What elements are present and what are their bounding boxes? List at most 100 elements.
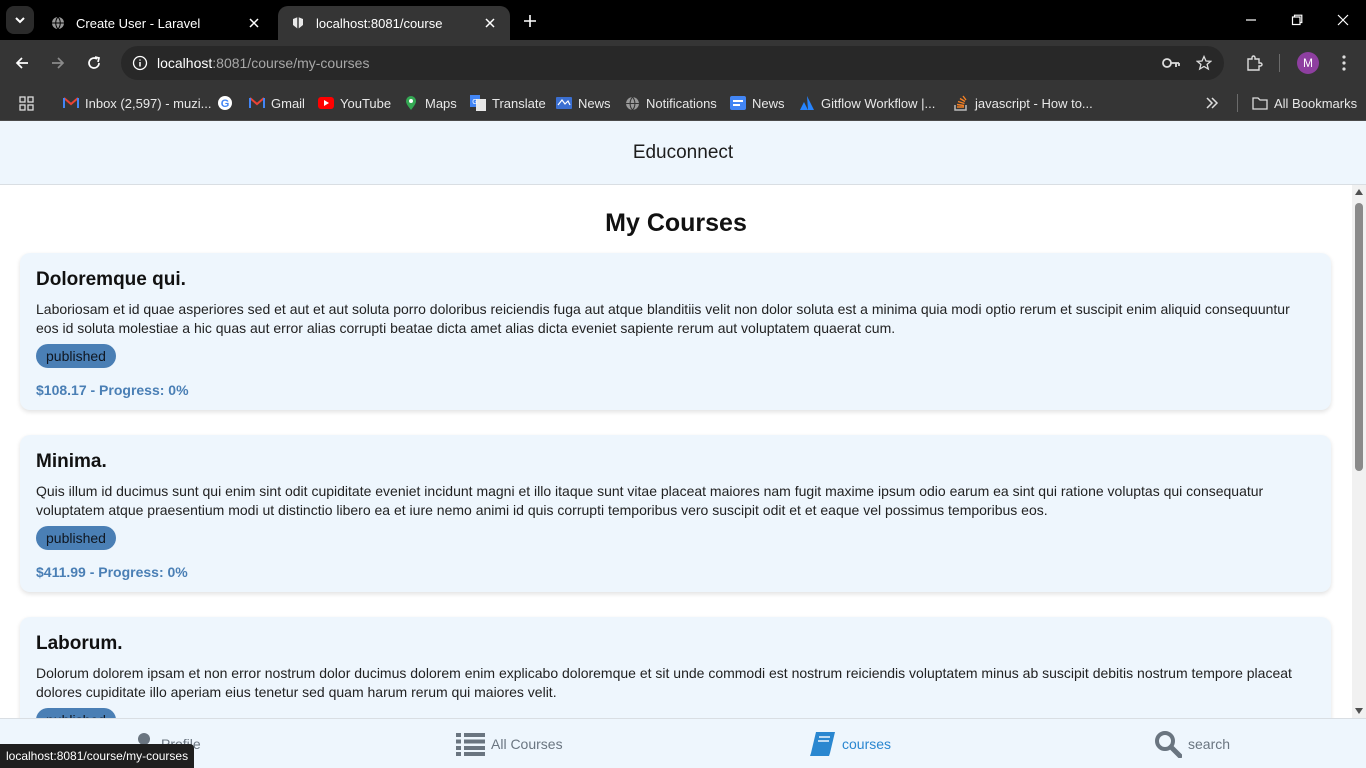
more-bookmarks-button[interactable] <box>1204 92 1226 114</box>
course-price-progress: $108.17 - Progress: 0% <box>36 382 189 398</box>
star-icon[interactable] <box>1194 53 1214 73</box>
extensions-button[interactable] <box>1241 50 1267 76</box>
forward-button[interactable] <box>44 49 72 77</box>
address-bar[interactable]: localhost:8081/course/my-courses <box>121 46 1224 80</box>
nav-all-courses[interactable]: All Courses <box>456 727 563 761</box>
tab-strip: Create User - Laravel localhost:8081/cou… <box>0 0 1366 40</box>
svg-text:G: G <box>472 99 477 106</box>
bottom-navigation: Profile All Courses courses search <box>0 718 1366 768</box>
apps-grid-icon <box>18 95 34 111</box>
course-description: Dolorum dolorem ipsam et non error nostr… <box>36 665 1292 700</box>
tab-localhost-course[interactable]: localhost:8081/course <box>278 6 510 40</box>
puzzle-favicon-icon <box>290 15 306 31</box>
bookmark-maps[interactable]: Maps <box>403 92 457 114</box>
course-description: Laboriosam et id quae asperiores sed et … <box>36 301 1290 336</box>
new-tab-button[interactable] <box>518 9 542 33</box>
minimize-icon <box>1246 19 1256 21</box>
bookmark-label: Gitflow Workflow |... <box>821 95 936 111</box>
nav-label: All Courses <box>491 736 563 752</box>
book-icon <box>810 731 836 757</box>
profile-avatar[interactable]: M <box>1297 52 1319 74</box>
arrow-right-icon <box>52 57 65 69</box>
all-bookmarks-label: All Bookmarks <box>1274 95 1358 111</box>
list-icon <box>456 732 485 756</box>
atlassian-icon <box>799 95 815 111</box>
gmail-icon <box>63 95 79 111</box>
url-text[interactable]: localhost:8081/course/my-courses <box>157 55 369 71</box>
url-path: :8081/course/my-courses <box>212 55 370 71</box>
course-title: Minima. <box>36 451 107 472</box>
tab-search-button[interactable] <box>6 6 34 34</box>
close-window-button[interactable] <box>1320 0 1366 40</box>
svg-text:G: G <box>221 98 230 110</box>
bookmark-notifications[interactable]: Notifications <box>624 92 717 114</box>
bookmark-google-news[interactable]: News <box>730 92 785 114</box>
tab-create-user[interactable]: Create User - Laravel <box>38 6 274 40</box>
course-price-progress: $411.99 - Progress: 0% <box>36 564 188 580</box>
bookmark-gmail[interactable]: Gmail <box>249 92 305 114</box>
restore-icon <box>1291 14 1303 26</box>
bookmark-gitflow[interactable]: Gitflow Workflow |... <box>799 92 935 114</box>
nav-search[interactable]: search <box>1154 727 1230 761</box>
status-bar-url: localhost:8081/course/my-courses <box>0 744 195 768</box>
maps-icon <box>403 95 419 111</box>
bookmark-translate[interactable]: G Translate <box>470 92 546 114</box>
folder-icon <box>1252 95 1268 111</box>
back-button[interactable] <box>8 49 36 77</box>
bookmark-youtube[interactable]: YouTube <box>318 92 391 114</box>
nav-label: courses <box>842 736 892 752</box>
google-icon: G <box>217 95 233 111</box>
url-host: localhost <box>157 55 213 71</box>
course-card[interactable]: Laborum. Dolorum dolorem ipsam et non er… <box>20 617 1331 718</box>
all-bookmarks-button[interactable]: All Bookmarks <box>1252 92 1357 114</box>
password-key-icon[interactable] <box>1161 53 1181 73</box>
bookmark-label: Translate <box>492 95 546 111</box>
plus-icon <box>524 15 536 27</box>
bookmark-label: Notifications <box>646 95 717 111</box>
browser-toolbar: localhost:8081/course/my-courses <box>0 40 1366 86</box>
reload-button[interactable] <box>80 49 108 77</box>
page-viewport: Educonnect My Courses Doloremque qui. La… <box>0 121 1366 768</box>
avatar-letter: M <box>1303 56 1313 70</box>
page-scrollbar[interactable] <box>1352 185 1366 718</box>
kebab-menu-icon <box>1342 55 1346 71</box>
tab-title: localhost:8081/course <box>316 15 443 31</box>
arrow-left-icon <box>15 57 28 69</box>
page-title: My Courses <box>605 209 747 237</box>
course-card[interactable]: Doloremque qui. Laboriosam et id quae as… <box>20 253 1331 410</box>
restore-button[interactable] <box>1274 0 1320 40</box>
bookmark-google[interactable]: G <box>217 92 239 114</box>
close-icon[interactable] <box>482 15 498 31</box>
globe-icon <box>624 95 640 111</box>
scroll-down-arrow-icon[interactable] <box>1352 704 1366 718</box>
bookmark-label: News <box>752 95 785 111</box>
bookmark-news[interactable]: News <box>556 92 611 114</box>
scroll-up-arrow-icon[interactable] <box>1352 185 1366 199</box>
bookmark-label: Inbox (2,597) - muzi... <box>85 95 212 111</box>
news-icon <box>556 95 572 111</box>
chevron-down-icon <box>15 17 25 24</box>
nav-label: search <box>1188 736 1231 752</box>
status-badge: published <box>36 526 116 550</box>
nav-courses[interactable]: courses <box>810 727 891 761</box>
course-card[interactable]: Minima. Quis illum id ducimus sunt qui e… <box>20 435 1331 592</box>
bookmark-inbox[interactable]: Inbox (2,597) - muzi... <box>63 92 211 114</box>
close-icon <box>1337 14 1349 26</box>
bookmark-label: javascript - How to... <box>975 95 1093 111</box>
menu-button[interactable] <box>1331 50 1357 76</box>
bookmarks-bar: Inbox (2,597) - muzi... G Gmail YouTube … <box>0 86 1366 121</box>
globe-icon <box>50 15 66 31</box>
google-news-icon <box>730 95 746 111</box>
apps-button[interactable] <box>18 92 40 114</box>
youtube-icon <box>318 95 334 111</box>
close-icon[interactable] <box>246 15 262 31</box>
course-title: Laborum. <box>36 633 123 654</box>
course-description: Quis illum id ducimus sunt qui enim sint… <box>36 483 1264 518</box>
toolbar-separator <box>1279 54 1280 72</box>
translate-icon: G <box>470 95 486 111</box>
minimize-button[interactable] <box>1228 0 1274 40</box>
main-content: My Courses Doloremque qui. Laboriosam et… <box>0 185 1352 718</box>
bookmark-javascript[interactable]: javascript - How to... <box>953 92 1093 114</box>
scrollbar-thumb[interactable] <box>1355 203 1363 471</box>
site-info-icon[interactable] <box>129 52 151 74</box>
